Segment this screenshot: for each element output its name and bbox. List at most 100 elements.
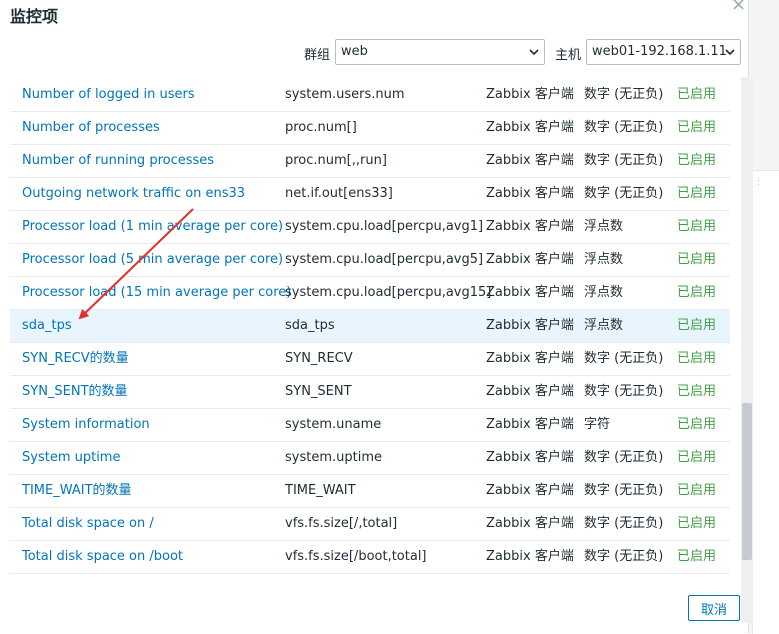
item-status: 已启用	[677, 219, 717, 234]
item-key: vfs.fs.size[/,total]	[285, 516, 398, 531]
item-value-type: 数字 (无正负)	[584, 120, 664, 135]
item-value-type: 浮点数	[584, 219, 624, 234]
dialog-title: 监控项	[10, 7, 59, 26]
item-type: Zabbix 客户端	[486, 186, 574, 201]
item-value-type: 数字 (无正负)	[584, 483, 664, 498]
item-status: 已启用	[677, 450, 717, 465]
item-status: 已启用	[677, 252, 717, 267]
items-dialog: 监控项 × 群组 web 主机 web01-192.168.1.11 Numbe…	[0, 0, 749, 633]
scrollbar[interactable]	[741, 77, 753, 623]
table-row[interactable]: Processor load (1 min average per core) s…	[10, 211, 730, 244]
item-name-link[interactable]: sda_tps	[22, 310, 72, 342]
item-type: Zabbix 客户端	[486, 219, 574, 234]
cancel-button[interactable]: 取消	[688, 595, 740, 621]
item-key: system.cpu.load[percpu,avg1]	[285, 219, 484, 234]
item-name-link[interactable]: Number of running processes	[22, 145, 214, 177]
chevron-down-icon	[725, 49, 735, 56]
item-value-type: 浮点数	[584, 318, 624, 333]
item-value-type: 数字 (无正负)	[584, 351, 664, 366]
item-value-type: 数字 (无正负)	[584, 186, 664, 201]
group-select[interactable]: web	[335, 39, 545, 65]
chevron-down-icon	[529, 49, 539, 56]
item-status: 已启用	[677, 483, 717, 498]
item-name-link[interactable]: Total disk space on /	[22, 508, 154, 540]
close-icon[interactable]: ×	[731, 0, 746, 15]
item-name-link[interactable]: Total disk space on /boot	[22, 541, 183, 573]
item-key: system.cpu.load[percpu,avg5]	[285, 252, 484, 267]
item-name-link[interactable]: Number of processes	[22, 112, 160, 144]
host-select[interactable]: web01-192.168.1.11	[586, 39, 741, 65]
scrollbar-thumb[interactable]	[742, 403, 752, 560]
table-row[interactable]: Outgoing network traffic on ens33 net.if.…	[10, 178, 730, 211]
table-row[interactable]: Processor load (15 min average per core)…	[10, 277, 730, 310]
item-name-link[interactable]: Processor load (1 min average per core)	[22, 211, 283, 243]
item-key: SYN_SENT	[285, 384, 352, 399]
item-key: proc.num[,,run]	[285, 153, 387, 168]
item-type: Zabbix 客户端	[486, 549, 574, 564]
item-status: 已启用	[677, 318, 717, 333]
item-type: Zabbix 客户端	[486, 153, 574, 168]
table-row[interactable]: TIME_WAIT的数量 TIME_WAIT Zabbix 客户端 数字 (无正负) 已…	[10, 475, 730, 508]
item-type: Zabbix 客户端	[486, 252, 574, 267]
item-name-link[interactable]: Outgoing network traffic on ens33	[22, 178, 245, 210]
table-row[interactable]: Number of running processes proc.num[,,ru…	[10, 145, 730, 178]
item-type: Zabbix 客户端	[486, 417, 574, 432]
item-type: Zabbix 客户端	[486, 120, 574, 135]
item-key: vfs.fs.size[/boot,total]	[285, 549, 427, 564]
item-status: 已启用	[677, 285, 717, 300]
item-name-link[interactable]: SYN_SENT的数量	[22, 376, 128, 408]
table-row[interactable]: SYN_RECV的数量 SYN_RECV Zabbix 客户端 数字 (无正负) 已启用	[10, 343, 730, 376]
item-value-type: 字符	[584, 417, 611, 432]
table-row[interactable]: System information system.uname Zabbix 客户端…	[10, 409, 730, 442]
background-card	[752, 170, 779, 634]
item-type: Zabbix 客户端	[486, 516, 574, 531]
item-type: Zabbix 客户端	[486, 285, 574, 300]
item-key: system.users.num	[285, 87, 405, 102]
item-status: 已启用	[677, 87, 717, 102]
table-row[interactable]: SYN_SENT的数量 SYN_SENT Zabbix 客户端 数字 (无正负) 已启用	[10, 376, 730, 409]
host-select-value: web01-192.168.1.11	[592, 44, 727, 59]
item-key: TIME_WAIT	[285, 483, 356, 498]
item-value-type: 浮点数	[584, 285, 624, 300]
item-key: SYN_RECV	[285, 351, 353, 366]
item-name-link[interactable]: Processor load (15 min average per core)	[22, 277, 291, 309]
item-value-type: 数字 (无正负)	[584, 450, 664, 465]
item-name-link[interactable]: SYN_RECV的数量	[22, 343, 129, 375]
item-type: Zabbix 客户端	[486, 318, 574, 333]
table-row[interactable]: Total disk space on / vfs.fs.size[/,total…	[10, 508, 730, 541]
item-name-link[interactable]: Number of logged in users	[22, 79, 195, 111]
item-type: Zabbix 客户端	[486, 351, 574, 366]
item-name-link[interactable]: TIME_WAIT的数量	[22, 475, 132, 507]
item-type: Zabbix 客户端	[486, 384, 574, 399]
item-name-link[interactable]: System uptime	[22, 442, 120, 474]
table-row[interactable]: sda_tps sda_tps Zabbix 客户端 浮点数 已启用	[10, 310, 730, 343]
item-type: Zabbix 客户端	[486, 87, 574, 102]
item-value-type: 数字 (无正负)	[584, 549, 664, 564]
table-row[interactable]: Processor load (5 min average per core) s…	[10, 244, 730, 277]
group-select-value: web	[341, 44, 368, 59]
item-key: system.cpu.load[percpu,avg15]	[285, 285, 492, 300]
item-key: system.uptime	[285, 450, 382, 465]
item-status: 已启用	[677, 549, 717, 564]
group-label: 群组	[304, 48, 331, 63]
table-row[interactable]: Number of processes proc.num[] Zabbix 客户端数…	[10, 112, 730, 145]
table-row[interactable]: Total disk space on /boot vfs.fs.size[/bo…	[10, 541, 730, 574]
item-value-type: 浮点数	[584, 252, 624, 267]
item-value-type: 数字 (无正负)	[584, 384, 664, 399]
item-name-link[interactable]: System information	[22, 409, 150, 441]
item-value-type: 数字 (无正负)	[584, 153, 664, 168]
item-status: 已启用	[677, 384, 717, 399]
item-type: Zabbix 客户端	[486, 450, 574, 465]
item-value-type: 数字 (无正负)	[584, 87, 664, 102]
item-status: 已启用	[677, 186, 717, 201]
item-status: 已启用	[677, 516, 717, 531]
item-key: sda_tps	[285, 318, 335, 333]
item-key: net.if.out[ens33]	[285, 186, 393, 201]
background-handle-icon: ⋮	[754, 177, 763, 187]
item-status: 已启用	[677, 120, 717, 135]
item-type: Zabbix 客户端	[486, 483, 574, 498]
table-row[interactable]: Number of logged in users system.users.nu…	[10, 79, 730, 112]
item-name-link[interactable]: Processor load (5 min average per core)	[22, 244, 283, 276]
table-row[interactable]: System uptime system.uptime Zabbix 客户端 数字 (…	[10, 442, 730, 475]
item-status: 已启用	[677, 417, 717, 432]
